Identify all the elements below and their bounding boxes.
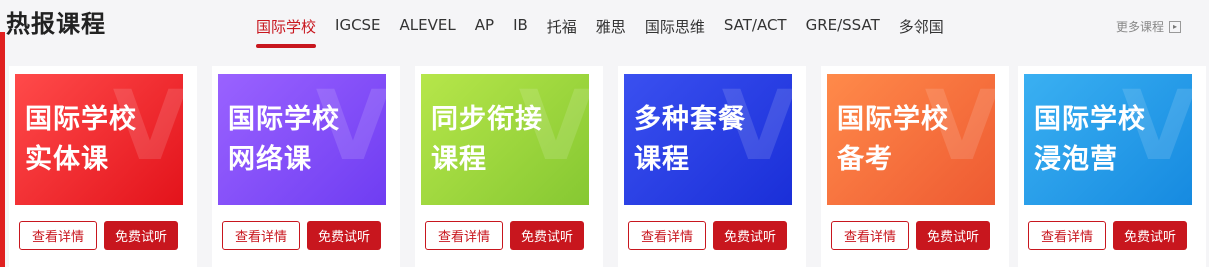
course-banner-title: 国际学校 浸泡营 (1034, 104, 1146, 175)
tab-duolingo[interactable]: 多邻国 (899, 16, 944, 37)
course-banner[interactable]: V 同步衔接 课程 (421, 74, 589, 205)
course-banner-title: 国际学校 网络课 (228, 104, 340, 175)
section-title: 热报课程 (6, 10, 106, 38)
tab-international-thinking[interactable]: 国际思维 (645, 16, 705, 37)
tab-alevel[interactable]: ALEVEL (400, 16, 456, 37)
course-tabs: 国际学校 IGCSE ALEVEL AP IB 托福 雅思 国际思维 SAT/A… (256, 16, 963, 48)
free-trial-button[interactable]: 免费试听 (510, 221, 584, 250)
course-banner[interactable]: V 国际学校 浸泡营 (1024, 74, 1192, 205)
free-trial-button[interactable]: 免费试听 (307, 221, 381, 250)
course-banner[interactable]: V 国际学校 备考 (827, 74, 995, 205)
view-details-button[interactable]: 查看详情 (1028, 221, 1106, 250)
tab-international-school[interactable]: 国际学校 (256, 16, 317, 48)
course-card: V 国际学校 备考 查看详情 免费试听 (821, 66, 1009, 267)
course-card: V 国际学校 浸泡营 查看详情 免费试听 (1018, 66, 1206, 267)
section-accent-bar (0, 32, 5, 267)
course-banner-title: 国际学校 备考 (837, 104, 949, 175)
view-details-button[interactable]: 查看详情 (425, 221, 503, 250)
view-details-button[interactable]: 查看详情 (19, 221, 97, 250)
course-card: V 国际学校 网络课 查看详情 免费试听 (212, 66, 400, 267)
course-banner-title: 多种套餐 课程 (634, 104, 746, 175)
arrow-right-box-icon: ▸ (1169, 20, 1182, 33)
course-card: V 国际学校 实体课 查看详情 免费试听 (9, 66, 197, 267)
course-banner[interactable]: V 多种套餐 课程 (624, 74, 792, 205)
tab-igcse[interactable]: IGCSE (335, 16, 381, 37)
view-details-button[interactable]: 查看详情 (628, 221, 706, 250)
course-banner-title: 国际学校 实体课 (25, 104, 137, 175)
view-details-button[interactable]: 查看详情 (831, 221, 909, 250)
more-courses-label: 更多课程 (1116, 20, 1165, 34)
course-banner[interactable]: V 国际学校 实体课 (15, 74, 183, 205)
tab-gre-ssat[interactable]: GRE/SSAT (806, 16, 880, 37)
tab-sat-act[interactable]: SAT/ACT (724, 16, 787, 37)
tab-ielts[interactable]: 雅思 (596, 16, 626, 37)
course-banner[interactable]: V 国际学校 网络课 (218, 74, 386, 205)
free-trial-button[interactable]: 免费试听 (1113, 221, 1187, 250)
more-courses-link[interactable]: 更多课程 ▸ (1116, 18, 1182, 35)
course-banner-title: 同步衔接 课程 (431, 104, 543, 175)
tab-toefl[interactable]: 托福 (547, 16, 577, 37)
tab-ib[interactable]: IB (513, 16, 528, 37)
course-card: V 多种套餐 课程 查看详情 免费试听 (618, 66, 806, 267)
free-trial-button[interactable]: 免费试听 (104, 221, 178, 250)
free-trial-button[interactable]: 免费试听 (713, 221, 787, 250)
course-card: V 同步衔接 课程 查看详情 免费试听 (415, 66, 603, 267)
tab-ap[interactable]: AP (475, 16, 494, 37)
free-trial-button[interactable]: 免费试听 (916, 221, 990, 250)
view-details-button[interactable]: 查看详情 (222, 221, 300, 250)
